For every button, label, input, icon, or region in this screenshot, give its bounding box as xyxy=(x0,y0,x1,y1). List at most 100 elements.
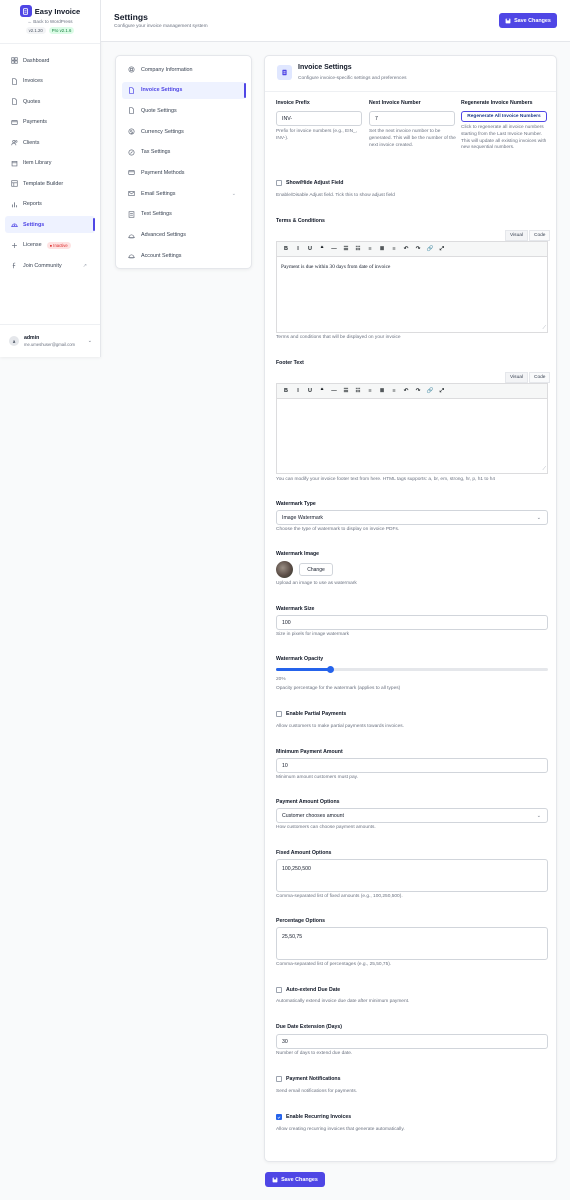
terms-editor-content[interactable]: Payment is due within 30 days from date … xyxy=(277,257,547,277)
fixed-amount-options-textarea[interactable]: 100,250,500 xyxy=(276,859,548,892)
italic-icon[interactable]: I xyxy=(294,246,302,252)
horizontal-rule-icon[interactable]: — xyxy=(330,246,338,252)
settings-menu-payment-methods[interactable]: Payment Methods xyxy=(122,164,246,181)
terms-editor[interactable]: B I U ❝ — ☰ ☷ ≡ ≣ ≡ ↶ ↷ 🔗 ⤢ Payment is due within 30 … xyxy=(276,241,548,333)
adjust-field-toggle[interactable]: Show/Hide Adjust Field xyxy=(276,180,343,186)
save-changes-bottom-button[interactable]: Save Changes xyxy=(265,1172,325,1187)
resize-handle-icon[interactable]: ⟋ xyxy=(542,325,546,331)
redo-icon[interactable]: ↷ xyxy=(414,246,422,252)
bold-icon[interactable]: B xyxy=(282,246,290,252)
facebook-icon xyxy=(11,262,18,269)
align-left-icon[interactable]: ≡ xyxy=(366,388,374,394)
underline-icon[interactable]: U xyxy=(306,388,314,394)
align-left-icon[interactable]: ≡ xyxy=(366,246,374,252)
due-date-extension-input[interactable]: 30 xyxy=(276,1034,548,1049)
watermark-size-input[interactable]: 100 xyxy=(276,615,548,630)
save-changes-button[interactable]: Save Changes xyxy=(499,13,557,28)
sidebar-item-payments[interactable]: Payments xyxy=(5,114,95,131)
bullet-list-icon[interactable]: ☰ xyxy=(342,246,350,252)
fixed-amount-options-label: Fixed Amount Options xyxy=(276,850,332,856)
undo-icon[interactable]: ↶ xyxy=(402,246,410,252)
sidebar-item-label: Quotes xyxy=(23,98,41,105)
panel-title: Invoice Settings xyxy=(298,64,352,71)
sidebar-item-dashboard[interactable]: Dashboard xyxy=(5,52,95,69)
sidebar-item-template-builder[interactable]: Template Builder xyxy=(5,175,95,192)
auto-extend-toggle[interactable]: Auto-extend Due Date xyxy=(276,987,340,993)
resize-handle-icon[interactable]: ⟋ xyxy=(542,466,546,472)
settings-menu-account-settings[interactable]: Account Settings xyxy=(122,247,246,264)
pro-version-badge: Pro v2.1.6 xyxy=(48,27,75,34)
app-root: Easy Invoice ← Back to WordPress v2.1.20… xyxy=(0,0,570,1200)
partial-payments-checkbox[interactable] xyxy=(276,711,282,717)
settings-menu-text-settings[interactable]: Text Settings xyxy=(122,206,246,223)
sidebar-item-settings[interactable]: Settings xyxy=(5,216,95,233)
underline-icon[interactable]: U xyxy=(306,246,314,252)
sidebar-item-reports[interactable]: Reports xyxy=(5,196,95,213)
sidebar-item-invoices[interactable]: Invoices xyxy=(5,73,95,90)
payment-notifications-checkbox[interactable] xyxy=(276,1076,282,1082)
settings-menu-invoice-settings[interactable]: Invoice Settings xyxy=(122,81,246,99)
minimum-payment-input[interactable]: 10 xyxy=(276,758,548,773)
fullscreen-icon[interactable]: ⤢ xyxy=(438,388,446,395)
settings-menu-quote-settings[interactable]: Quote Settings xyxy=(122,102,246,119)
users-icon xyxy=(11,139,18,146)
invoice-settings-panel: Invoice Settings Configure invoice-speci… xyxy=(264,55,557,1162)
sidebar-item-clients[interactable]: Clients xyxy=(5,134,95,151)
numbered-list-icon[interactable]: ☷ xyxy=(354,246,362,252)
sidebar-item-join-community[interactable]: Join Community ↗ xyxy=(5,257,95,274)
back-to-wordpress-link[interactable]: ← Back to WordPress xyxy=(0,19,100,24)
recurring-invoices-checkbox[interactable] xyxy=(276,1114,282,1120)
terms-visual-tab[interactable]: Visual xyxy=(505,230,528,241)
italic-icon[interactable]: I xyxy=(294,388,302,394)
settings-menu-email-settings[interactable]: Email Settings ⌄ xyxy=(122,185,246,202)
percentage-options-textarea[interactable]: 25,50,75 xyxy=(276,927,548,960)
watermark-type-select[interactable]: Image Watermark ⌄ xyxy=(276,510,548,525)
footer-code-tab[interactable]: Code xyxy=(528,372,551,383)
user-name: admin xyxy=(24,335,40,341)
sidebar-item-item-library[interactable]: Item Library xyxy=(5,155,95,172)
auto-extend-checkbox[interactable] xyxy=(276,987,282,993)
align-right-icon[interactable]: ≡ xyxy=(390,246,398,252)
link-icon[interactable]: 🔗 xyxy=(426,246,434,252)
link-icon[interactable]: 🔗 xyxy=(426,388,434,394)
fullscreen-icon[interactable]: ⤢ xyxy=(438,246,446,253)
change-watermark-button[interactable]: Change xyxy=(299,563,333,576)
settings-menu-advanced-settings[interactable]: Advanced Settings xyxy=(122,227,246,244)
slider-thumb[interactable] xyxy=(326,666,334,673)
terms-code-tab[interactable]: Code xyxy=(528,230,551,241)
invoice-prefix-input[interactable]: INV- xyxy=(276,111,362,126)
settings-menu-currency-settings[interactable]: Currency Settings xyxy=(122,123,246,140)
sidebar-item-license[interactable]: License ● Inactive xyxy=(5,237,95,254)
watermark-opacity-slider[interactable] xyxy=(276,666,548,673)
adjust-field-checkbox[interactable] xyxy=(276,180,282,186)
align-center-icon[interactable]: ≣ xyxy=(378,246,386,252)
watermark-size-help: Size in pixels for image watermark xyxy=(276,632,350,637)
align-center-icon[interactable]: ≣ xyxy=(378,388,386,394)
footer-editor[interactable]: B I U ❝ — ☰ ☷ ≡ ≣ ≡ ↶ ↷ 🔗 ⤢ ⟋ xyxy=(276,383,548,474)
settings-menu-tax-settings[interactable]: Tax Settings xyxy=(122,144,246,161)
blockquote-icon[interactable]: ❝ xyxy=(318,246,326,252)
blockquote-icon[interactable]: ❝ xyxy=(318,388,326,394)
recurring-invoices-toggle[interactable]: Enable Recurring Invoices xyxy=(276,1114,351,1120)
chevron-down-icon[interactable]: ⌄ xyxy=(232,191,236,197)
bullet-list-icon[interactable]: ☰ xyxy=(342,388,350,394)
align-right-icon[interactable]: ≡ xyxy=(390,388,398,394)
watermark-type-value: Image Watermark xyxy=(282,514,324,521)
sidebar-item-label: Payments xyxy=(23,119,47,125)
user-menu[interactable]: a admin me.umeshuser@gmail.com ⌄ xyxy=(0,324,100,357)
payment-notifications-toggle[interactable]: Payment Notifications xyxy=(276,1076,340,1082)
payment-amount-options-select[interactable]: Customer chooses amount ⌄ xyxy=(276,808,548,823)
partial-payments-toggle[interactable]: Enable Partial Payments xyxy=(276,711,346,717)
settings-menu-company-information[interactable]: Company Information xyxy=(122,61,246,78)
numbered-list-icon[interactable]: ☷ xyxy=(354,388,362,394)
redo-icon[interactable]: ↷ xyxy=(414,388,422,394)
bold-icon[interactable]: B xyxy=(282,388,290,394)
horizontal-rule-icon[interactable]: — xyxy=(330,388,338,394)
regenerate-invoice-numbers-button[interactable]: Regenerate All Invoice Numbers xyxy=(461,111,547,122)
next-invoice-number-input[interactable]: 7 xyxy=(369,111,455,126)
undo-icon[interactable]: ↶ xyxy=(402,388,410,394)
logo-icon xyxy=(19,5,32,17)
footer-visual-tab[interactable]: Visual xyxy=(505,372,528,383)
footer-editor-content[interactable] xyxy=(277,399,547,413)
sidebar-item-quotes[interactable]: Quotes xyxy=(5,93,95,110)
